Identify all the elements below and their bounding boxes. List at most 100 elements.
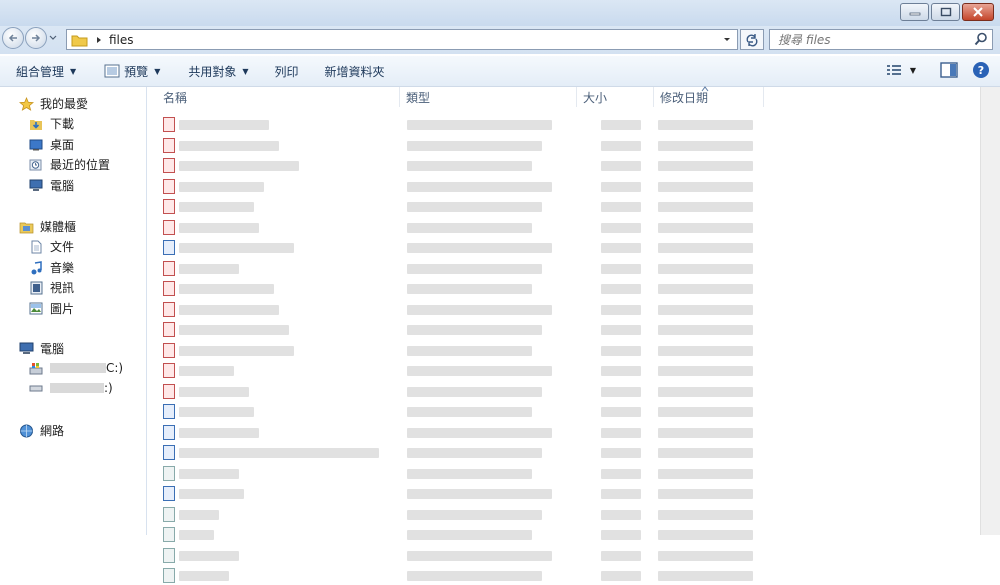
sidebar-item-recent[interactable]: 最近的位置 <box>28 156 110 173</box>
file-icon <box>163 506 175 522</box>
forward-button[interactable] <box>25 27 47 49</box>
redacted-cell <box>179 571 229 581</box>
redacted-cell <box>658 489 753 499</box>
change-view-button[interactable]: ▼ <box>886 63 916 77</box>
sidebar-item-computer-fav[interactable]: 電腦 <box>28 177 74 194</box>
redacted-cell <box>601 366 641 376</box>
sidebar-item-favorites[interactable]: 我的最愛 <box>18 95 88 112</box>
redacted-cell <box>407 509 542 520</box>
table-row[interactable] <box>163 506 763 524</box>
redacted-cell <box>179 489 244 499</box>
table-row[interactable] <box>163 485 763 503</box>
table-row[interactable] <box>163 362 763 380</box>
back-arrow-icon <box>8 34 17 42</box>
redacted-cell <box>658 284 753 294</box>
table-row[interactable] <box>163 342 763 360</box>
breadcrumb-arrow-icon[interactable] <box>95 36 103 44</box>
help-icon[interactable]: ? <box>972 61 990 79</box>
share-chevron-icon: ▼ <box>242 66 249 76</box>
sidebar-item-computer[interactable]: 電腦 <box>18 340 64 357</box>
sidebar-item-documents[interactable]: 文件 <box>28 238 74 255</box>
redacted-cell <box>407 202 542 212</box>
network-icon <box>18 424 34 438</box>
close-button[interactable] <box>962 3 994 21</box>
sidebar-item-music[interactable]: 音樂 <box>28 259 74 276</box>
address-row: files <box>0 26 1000 54</box>
redacted-cell <box>407 284 532 294</box>
table-row[interactable] <box>163 219 763 237</box>
maximize-button[interactable] <box>931 3 960 21</box>
preview-pane-icon[interactable] <box>940 62 958 78</box>
table-row[interactable] <box>163 239 763 257</box>
table-row[interactable] <box>163 280 763 298</box>
column-header-name[interactable]: 名稱 <box>157 87 400 107</box>
file-icon <box>163 547 175 563</box>
sidebar-item-libraries[interactable]: 媒體櫃 <box>18 218 76 235</box>
sidebar-item-network[interactable]: 網路 <box>18 422 64 439</box>
redacted-cell <box>601 222 641 233</box>
table-row[interactable] <box>163 137 763 155</box>
column-header-size[interactable]: 大小 <box>577 87 654 107</box>
sidebar-item-desktop[interactable]: 桌面 <box>28 136 74 153</box>
table-row[interactable] <box>163 567 763 585</box>
file-icon <box>163 568 175 583</box>
sidebar-item-videos[interactable]: 視訊 <box>28 279 74 296</box>
pdf-file-icon <box>163 178 175 194</box>
sidebar-item-drive-2[interactable]: :) <box>28 381 113 395</box>
preview-button[interactable]: 預覽 ▼ <box>96 56 168 86</box>
redacted-cell <box>658 427 753 438</box>
table-row[interactable] <box>163 260 763 278</box>
sidebar-item-drive-c[interactable]: C:) <box>28 361 123 375</box>
svg-text:?: ? <box>978 64 984 77</box>
new-folder-button[interactable]: 新增資料夾 <box>317 56 393 86</box>
column-header-type[interactable]: 類型 <box>400 87 577 107</box>
redacted-cell <box>601 263 641 274</box>
redacted-cell <box>601 120 641 130</box>
pdf-file-icon <box>163 281 175 296</box>
share-button[interactable]: 共用對象 ▼ <box>180 56 256 86</box>
organize-button[interactable]: 組合管理 ▼ <box>8 56 84 86</box>
redacted-cell <box>179 407 254 417</box>
column-header-modified[interactable]: 修改日期 <box>654 86 764 107</box>
search-icon[interactable] <box>974 32 988 46</box>
redacted-cell <box>179 366 234 376</box>
sidebar-item-downloads[interactable]: 下載 <box>28 115 74 132</box>
desktop-icon <box>28 138 44 152</box>
redacted-cell <box>407 386 542 397</box>
preview-label: 預覽 <box>124 64 149 79</box>
redacted-cell <box>407 243 552 253</box>
pdf-file-icon <box>163 383 175 399</box>
recent-pages-chevron-icon[interactable] <box>48 34 58 42</box>
redacted-cell <box>407 550 552 561</box>
table-row[interactable] <box>163 116 763 134</box>
redacted-cell <box>601 181 641 192</box>
print-button[interactable]: 列印 <box>267 56 307 86</box>
minimize-button[interactable] <box>900 3 929 21</box>
back-button[interactable] <box>2 27 24 49</box>
table-row[interactable] <box>163 526 763 544</box>
table-row[interactable] <box>163 301 763 319</box>
sidebar-item-pictures[interactable]: 圖片 <box>28 300 74 317</box>
navigation-pane: 我的最愛 下載 桌面 最近的位置 電腦 媒體櫃 文件 音樂 視訊 圖片 電腦 C… <box>0 87 147 535</box>
word-file-icon <box>163 445 175 460</box>
search-input[interactable] <box>776 31 970 48</box>
address-dropdown-icon[interactable] <box>721 33 733 45</box>
table-row[interactable] <box>163 444 763 462</box>
table-row[interactable] <box>163 465 763 483</box>
table-row[interactable] <box>163 321 763 339</box>
vertical-scrollbar[interactable] <box>980 87 1000 535</box>
table-row[interactable] <box>163 424 763 442</box>
redacted-cell <box>658 448 753 458</box>
redacted-cell <box>601 427 641 438</box>
sidebar-label: 電腦 <box>50 179 75 193</box>
forward-arrow-icon <box>32 34 41 42</box>
refresh-button[interactable] <box>740 29 764 50</box>
table-row[interactable] <box>163 178 763 196</box>
table-row[interactable] <box>163 198 763 216</box>
table-row[interactable] <box>163 403 763 421</box>
table-row[interactable] <box>163 383 763 401</box>
search-box[interactable] <box>769 29 993 50</box>
table-row[interactable] <box>163 157 763 175</box>
table-row[interactable] <box>163 547 763 565</box>
address-field[interactable]: files <box>66 29 738 50</box>
